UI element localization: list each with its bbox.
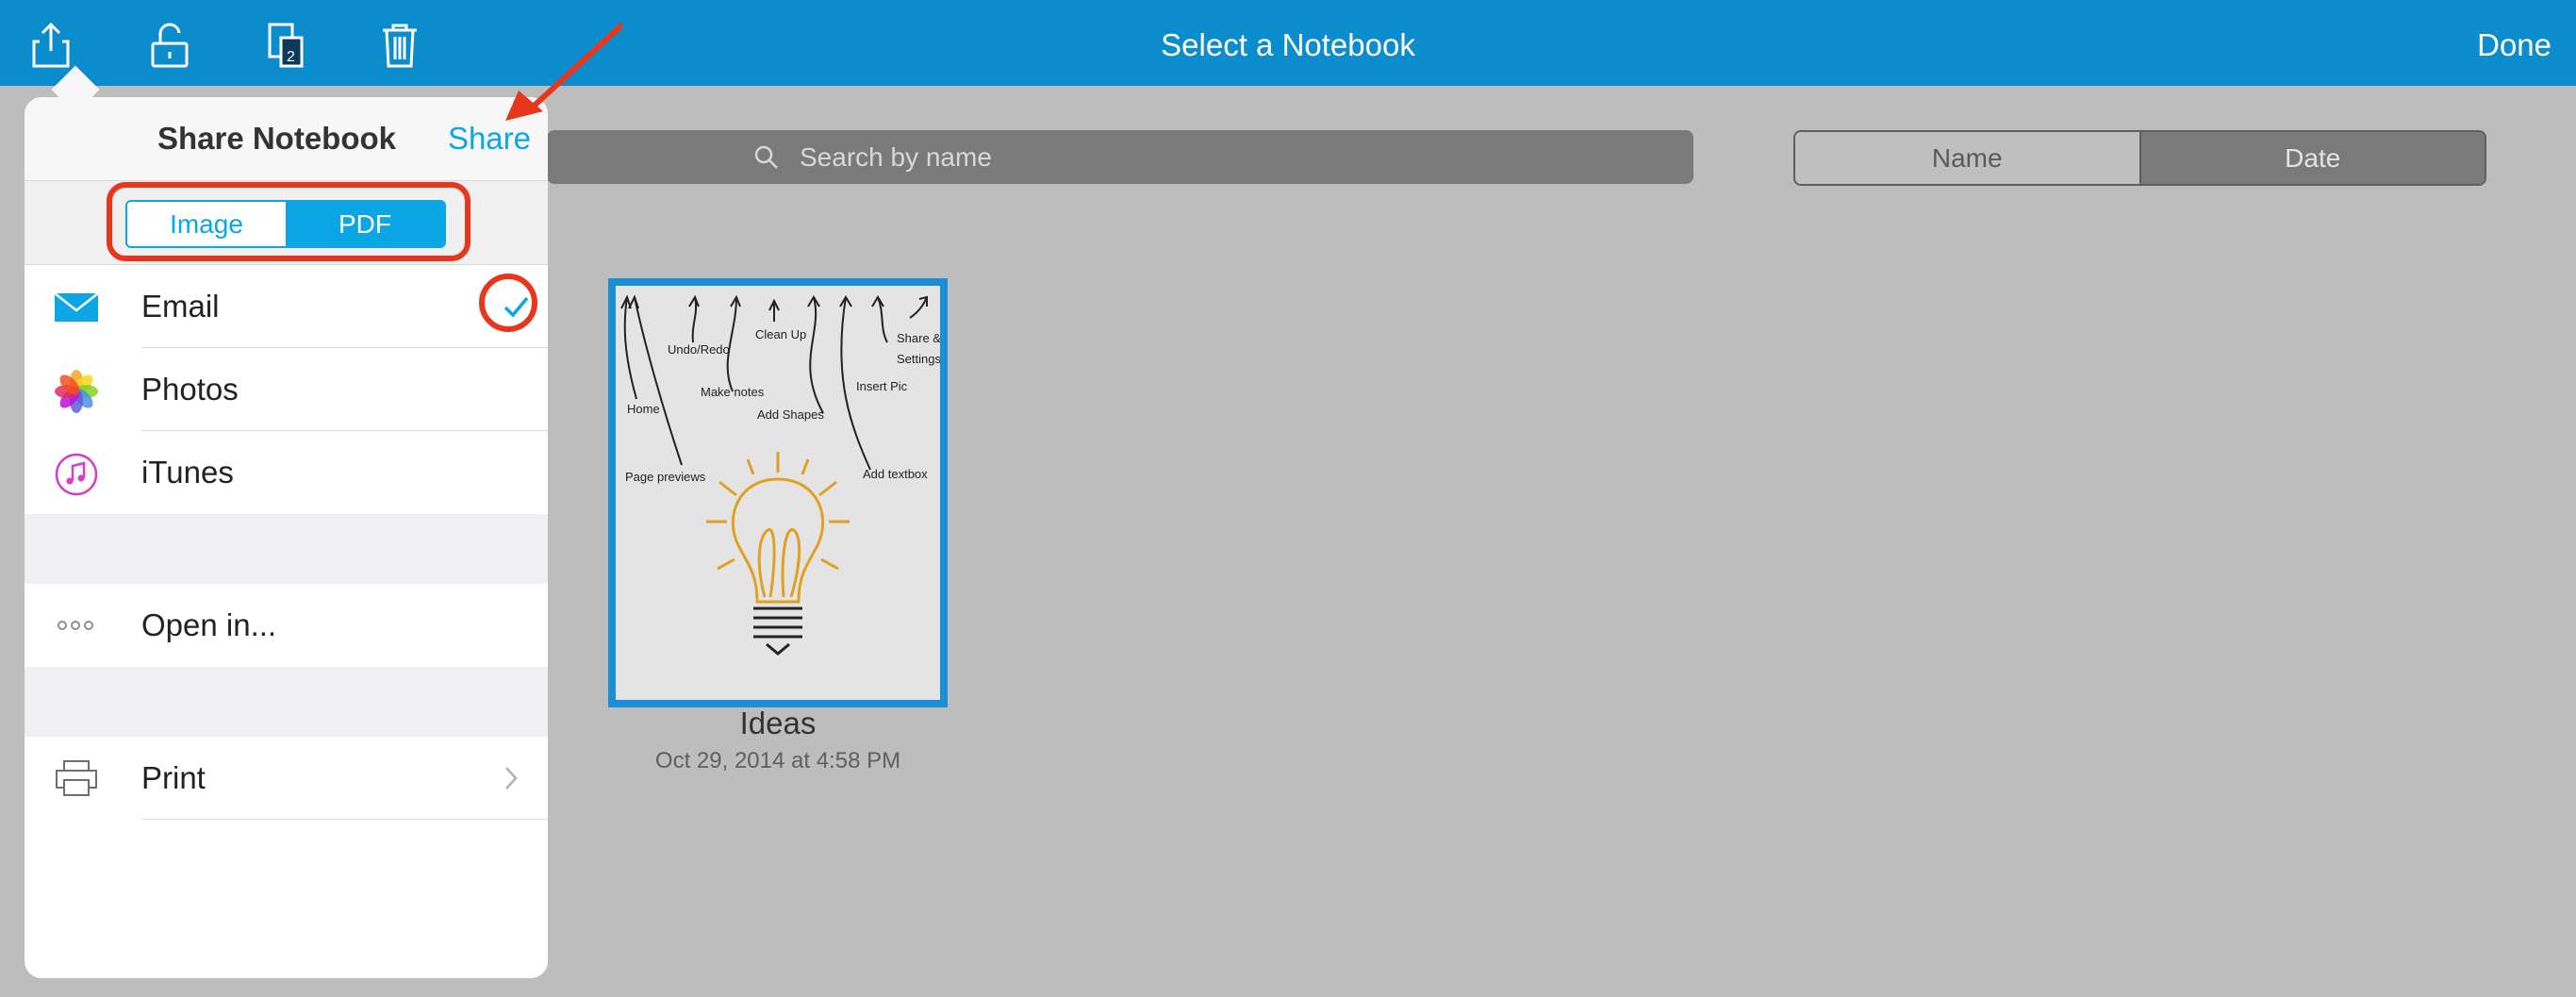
share-row-itunes[interactable]: iTunes [25, 431, 548, 514]
photos-icon [53, 369, 100, 413]
highlight-export-type [107, 182, 471, 261]
notebook-sketch: Undo/Redo Clean Up Share & Settings Home… [620, 294, 940, 656]
annotation-arrow [505, 22, 622, 121]
sketch-label: Add textbox [863, 467, 928, 481]
share-row-open-in[interactable]: Open in... [25, 584, 548, 667]
done-button[interactable]: Done [2477, 0, 2551, 86]
highlight-email-check [479, 274, 537, 332]
share-row-label: Print [141, 760, 206, 795]
sketch-label: Insert Pic [856, 379, 908, 393]
lightbulb-drawing [706, 452, 850, 604]
chevron-right-icon [505, 767, 518, 789]
share-row-label: Email [141, 289, 220, 324]
share-row-photos[interactable]: Photos [25, 348, 548, 431]
sketch-label: Make notes [701, 385, 765, 399]
sketch-label: Add Shapes [757, 407, 824, 422]
share-row-label: Open in... [141, 607, 277, 642]
sketch-label: Settings [897, 352, 940, 366]
share-row-print[interactable]: Print [25, 737, 548, 820]
sort-name-button[interactable]: Name [1795, 132, 2141, 184]
sketch-label: Share & [897, 331, 940, 345]
sketch-label: Undo/Redo [668, 342, 730, 357]
popover-header: Share Notebook Share [25, 97, 548, 181]
printer-icon [53, 757, 100, 799]
notebook-thumbnail[interactable]: Undo/Redo Clean Up Share & Settings Home… [608, 278, 948, 707]
sketch-label: Page previews [625, 470, 706, 484]
sketch-label: Home [627, 402, 660, 416]
search-field[interactable]: Search by name [547, 130, 1693, 184]
itunes-icon [53, 452, 100, 496]
notebook-title: Ideas [739, 706, 817, 740]
nav-bar: 2 Select a Notebook Done [0, 0, 2576, 86]
sort-date-button[interactable]: Date [2140, 132, 2485, 184]
section-gap [25, 667, 548, 737]
sort-segmented-control: Name Date [1793, 130, 2486, 186]
search-placeholder: Search by name [800, 142, 992, 172]
nav-title: Select a Notebook [1161, 27, 1415, 62]
share-row-label: Photos [141, 372, 239, 407]
share-row-label: iTunes [141, 455, 234, 490]
more-icon [53, 605, 100, 646]
sketch-label: Clean Up [755, 327, 806, 341]
share-row-email[interactable]: Email [25, 265, 548, 348]
notebook-date: Oct 29, 2014 at 4:58 PM [654, 748, 901, 773]
search-icon [754, 145, 778, 169]
section-gap [25, 514, 548, 584]
mail-icon [53, 286, 100, 327]
